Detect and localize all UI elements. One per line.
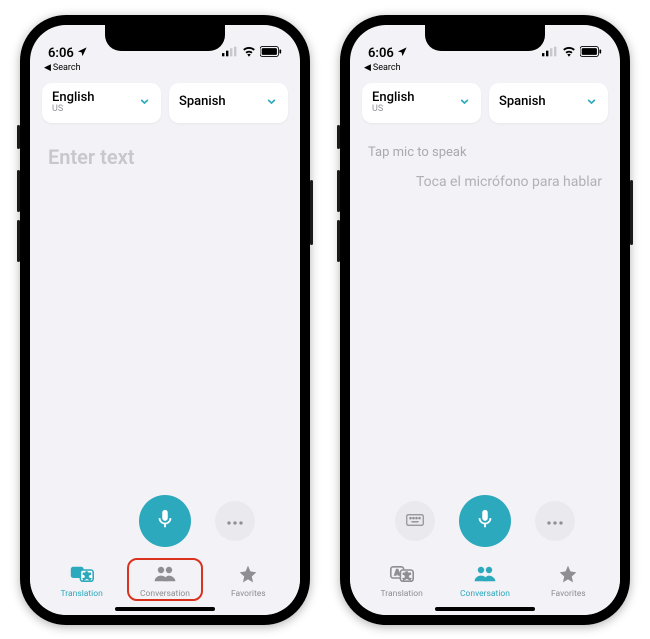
bottom-controls — [30, 491, 300, 557]
prompt-spanish: Toca el micrófono para hablar — [368, 174, 602, 190]
tab-conversation-label: Conversation — [140, 589, 190, 599]
svg-text:文: 文 — [82, 571, 91, 580]
tab-bar: A文 Translation Conversation Favorites — [30, 557, 300, 615]
people-icon — [153, 564, 177, 587]
back-to-search[interactable]: ◀ Search — [30, 63, 300, 77]
source-language-sub: US — [52, 105, 95, 115]
back-to-search[interactable]: ◀ Search — [350, 63, 620, 77]
spacer — [75, 501, 115, 541]
svg-text:文: 文 — [402, 571, 411, 580]
more-button[interactable] — [535, 501, 575, 541]
home-indicator[interactable] — [115, 607, 215, 611]
battery-icon — [260, 46, 282, 61]
power-button — [630, 180, 633, 245]
tab-translation[interactable]: A文 Translation — [40, 564, 123, 599]
tab-favorites-label: Favorites — [231, 589, 266, 599]
keyboard-button[interactable] — [395, 501, 435, 541]
volume-down — [17, 220, 20, 262]
source-language-sub: US — [372, 105, 415, 115]
translation-icon: A文 — [390, 564, 414, 587]
location-icon — [397, 46, 408, 61]
source-language-name: English — [372, 91, 415, 105]
phone-left: 6:06 ◀ Search — [20, 15, 310, 625]
phone-right: 6:06 ◀ Search — [340, 15, 630, 625]
screen: 6:06 ◀ Search — [30, 25, 300, 615]
star-icon — [556, 564, 580, 587]
battery-icon — [580, 46, 602, 61]
silent-switch — [337, 125, 340, 149]
tab-favorites[interactable]: Favorites — [527, 564, 610, 599]
tab-favorites[interactable]: Favorites — [207, 564, 290, 599]
target-language-button[interactable]: Spanish — [489, 83, 608, 123]
target-language-name: Spanish — [499, 95, 546, 109]
translation-input-area[interactable]: Enter text — [30, 131, 300, 491]
notch — [105, 25, 225, 51]
mic-icon — [474, 508, 496, 534]
svg-text:A: A — [394, 568, 399, 577]
mic-icon — [154, 508, 176, 534]
tab-favorites-label: Favorites — [551, 589, 586, 599]
chevron-down-icon — [585, 93, 598, 112]
tab-conversation[interactable]: Conversation — [443, 564, 526, 599]
back-arrow-icon: ◀ — [364, 63, 371, 73]
prompt-english: Tap mic to speak — [368, 145, 602, 160]
tab-translation-label: Translation — [61, 589, 103, 599]
tab-translation[interactable]: A文 Translation — [360, 564, 443, 599]
chevron-down-icon — [265, 93, 278, 112]
home-indicator[interactable] — [435, 607, 535, 611]
source-language-button[interactable]: English US — [42, 83, 161, 123]
wifi-icon — [242, 46, 256, 61]
source-language-name: English — [52, 91, 95, 105]
keyboard-icon — [406, 511, 424, 530]
translation-icon: A文 — [70, 564, 94, 587]
bottom-controls — [350, 491, 620, 557]
conversation-area: Tap mic to speak Toca el micrófono para … — [350, 131, 620, 491]
star-icon — [236, 564, 260, 587]
signal-icon — [542, 46, 558, 61]
mic-button[interactable] — [459, 495, 511, 547]
notch — [425, 25, 545, 51]
more-button[interactable] — [215, 501, 255, 541]
target-language-name: Spanish — [179, 95, 226, 109]
status-time: 6:06 — [368, 46, 394, 61]
power-button — [310, 180, 313, 245]
silent-switch — [17, 125, 20, 149]
tab-translation-label: Translation — [381, 589, 423, 599]
ellipsis-icon — [546, 511, 564, 530]
target-language-button[interactable]: Spanish — [169, 83, 288, 123]
screen: 6:06 ◀ Search — [350, 25, 620, 615]
source-language-button[interactable]: English US — [362, 83, 481, 123]
volume-up — [17, 170, 20, 212]
svg-text:A: A — [74, 568, 79, 577]
tab-conversation[interactable]: Conversation — [123, 564, 206, 599]
mic-button[interactable] — [139, 495, 191, 547]
tab-bar: A文 Translation Conversation Favorites — [350, 557, 620, 615]
back-arrow-icon: ◀ — [44, 63, 51, 73]
ellipsis-icon — [226, 511, 244, 530]
tab-conversation-label: Conversation — [460, 589, 510, 599]
chevron-down-icon — [458, 93, 471, 112]
volume-down — [337, 220, 340, 262]
people-icon — [473, 564, 497, 587]
location-icon — [77, 46, 88, 61]
chevron-down-icon — [138, 93, 151, 112]
signal-icon — [222, 46, 238, 61]
back-label: Search — [53, 63, 81, 73]
status-time: 6:06 — [48, 46, 74, 61]
language-selector-row: English US Spanish — [350, 77, 620, 131]
volume-up — [337, 170, 340, 212]
input-placeholder: Enter text — [48, 145, 282, 169]
language-selector-row: English US Spanish — [30, 77, 300, 131]
wifi-icon — [562, 46, 576, 61]
back-label: Search — [373, 63, 401, 73]
